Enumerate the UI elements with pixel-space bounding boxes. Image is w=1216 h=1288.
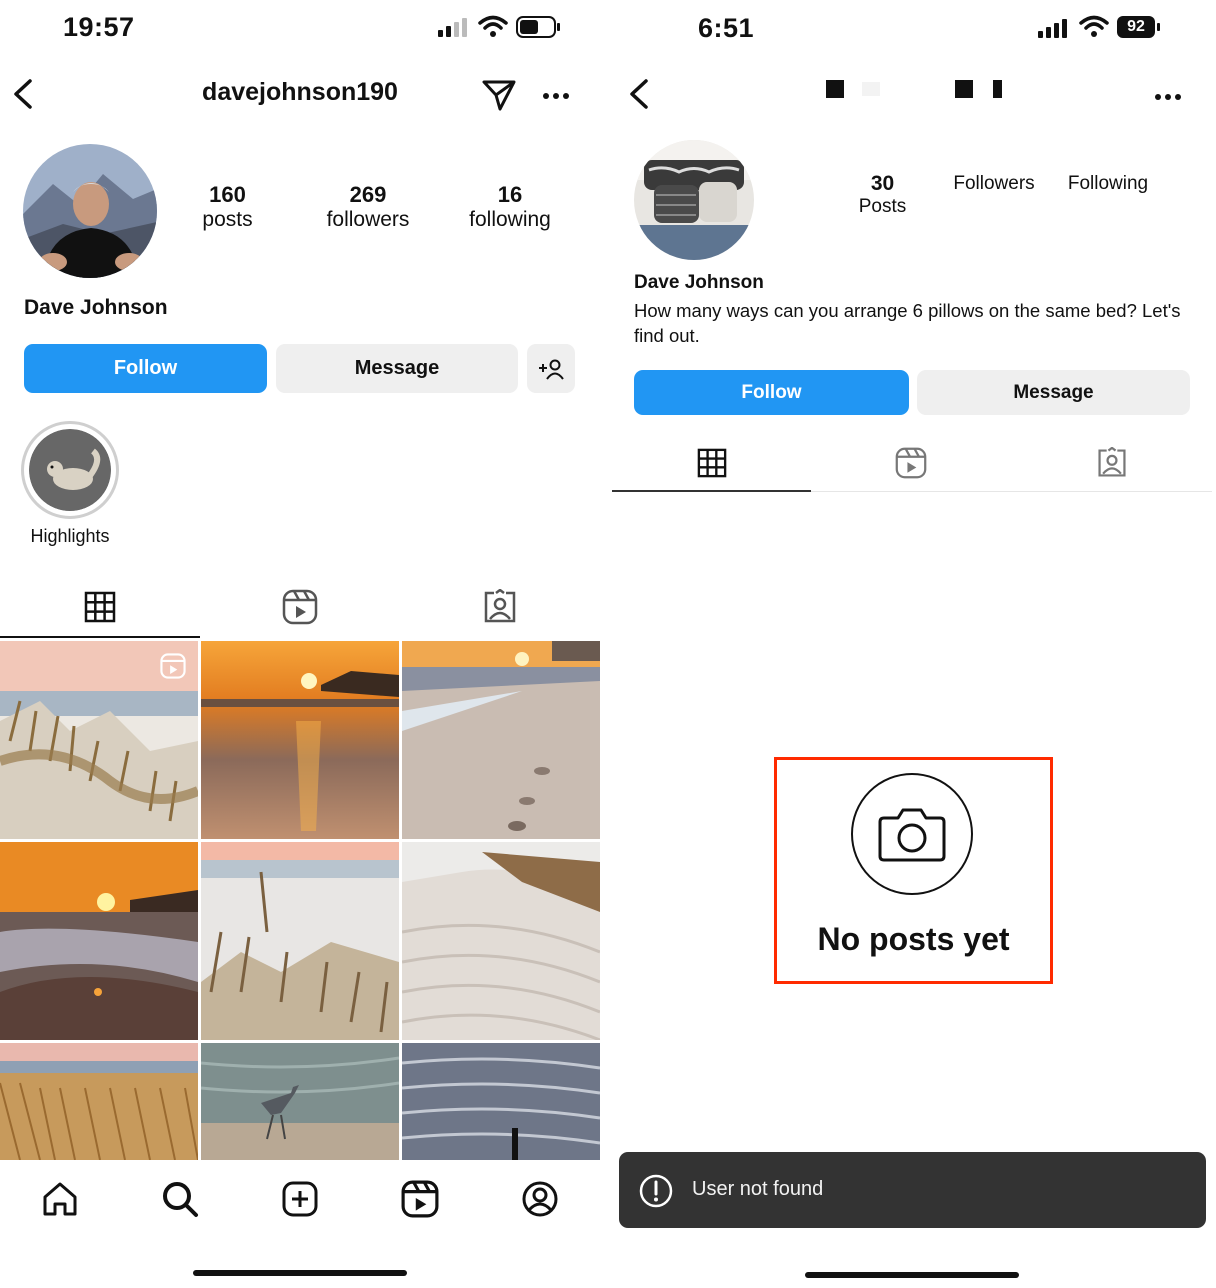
post-thumbnail[interactable] (201, 1043, 399, 1160)
status-time: 6:51 (698, 13, 755, 43)
following-label: following (469, 208, 551, 231)
status-time: 19:57 (63, 12, 135, 42)
reels-icon (282, 589, 318, 625)
message-button[interactable]: Message (276, 344, 518, 393)
highlight-cover (29, 429, 111, 511)
battery-tip (1157, 23, 1160, 31)
avatar[interactable] (634, 140, 754, 260)
following-stat[interactable]: Following (1060, 173, 1156, 195)
active-tab-indicator (0, 636, 200, 638)
avatar[interactable] (23, 144, 157, 278)
posts-label: Posts (858, 196, 907, 217)
grid-icon (84, 591, 116, 623)
add-person-icon (539, 359, 564, 380)
nav-profile[interactable] (510, 1176, 570, 1222)
more-options-icon[interactable] (541, 88, 571, 106)
following-count: 16 (497, 182, 523, 207)
battery-indicator: 92 (1117, 16, 1155, 38)
tab-tagged[interactable] (1011, 444, 1212, 482)
post-thumbnail[interactable] (402, 1043, 600, 1160)
home-indicator (193, 1270, 407, 1276)
back-button[interactable] (10, 78, 36, 115)
followers-label: followers (326, 208, 410, 231)
alert-icon (639, 1174, 673, 1213)
tab-posts[interactable] (612, 444, 811, 482)
grid-icon (697, 448, 726, 478)
battery-icon (516, 16, 562, 43)
empty-state-text: No posts yet (817, 921, 1010, 957)
posts-count: 160 (209, 182, 246, 207)
nav-search[interactable] (150, 1176, 210, 1222)
profile-username: davejohnson190 (202, 78, 398, 106)
tab-tagged[interactable] (400, 585, 600, 629)
follow-button[interactable]: Follow (634, 370, 909, 415)
reels-icon (895, 447, 927, 479)
followers-count: 269 (349, 182, 387, 207)
followers-stat[interactable]: Followers (944, 173, 1044, 195)
followers-stat[interactable]: 269 followers (310, 182, 426, 232)
suggested-accounts-button[interactable] (527, 344, 575, 393)
display-name: Dave Johnson (634, 272, 764, 293)
back-button[interactable] (626, 78, 652, 115)
nav-reels[interactable] (390, 1176, 450, 1222)
profile-icon (522, 1181, 558, 1217)
home-indicator (805, 1272, 1019, 1278)
post-thumbnail[interactable] (201, 641, 399, 839)
posts-count: 30 (870, 172, 895, 195)
search-icon (163, 1182, 198, 1217)
profile-screen-right: 6:51 92 30 Posts Followers Following Dav… (612, 0, 1212, 1288)
following-label: Following (1067, 173, 1149, 194)
bio-text: How many ways can you arrange 6 pillows … (634, 300, 1181, 346)
highlight-item[interactable] (21, 421, 119, 519)
cellular-signal-icon (438, 16, 470, 43)
tab-posts[interactable] (0, 585, 200, 629)
cellular-signal-icon (1038, 17, 1070, 44)
home-icon (43, 1182, 77, 1216)
wifi-icon (478, 14, 508, 43)
tagged-icon (484, 589, 516, 623)
message-button[interactable]: Message (917, 370, 1190, 415)
tab-reels[interactable] (811, 444, 1011, 482)
camera-icon (851, 773, 973, 895)
post-thumbnail[interactable] (0, 842, 198, 1040)
display-name: Dave Johnson (24, 296, 168, 319)
nav-home[interactable] (30, 1176, 90, 1222)
profile-screen-left: 19:57 davejohnson190 160 posts 269 follo… (0, 0, 600, 1288)
toast-message: User not found (692, 1178, 824, 1200)
highlight-label: Highlights (30, 526, 110, 546)
posts-stat[interactable]: 160 posts (180, 182, 275, 232)
post-thumbnail[interactable] (201, 842, 399, 1040)
reel-indicator-icon (160, 653, 186, 684)
tagged-icon (1097, 447, 1126, 477)
active-tab-indicator (612, 490, 811, 492)
posts-label: posts (202, 208, 253, 231)
more-options-icon[interactable] (1153, 89, 1183, 107)
nav-create[interactable] (270, 1176, 330, 1222)
follow-button[interactable]: Follow (24, 344, 267, 393)
post-thumbnail[interactable] (0, 641, 198, 839)
post-thumbnail[interactable] (402, 842, 600, 1040)
post-thumbnail[interactable] (402, 641, 600, 839)
direct-message-icon[interactable] (481, 78, 517, 117)
followers-label: Followers (953, 173, 1035, 194)
wifi-icon (1079, 14, 1109, 43)
tab-reels[interactable] (200, 585, 400, 629)
reels-icon (401, 1180, 439, 1218)
redacted-username (812, 78, 1022, 100)
posts-stat[interactable]: 30 Posts (840, 172, 925, 218)
create-icon (282, 1181, 318, 1217)
post-thumbnail[interactable] (0, 1043, 198, 1160)
following-stat[interactable]: 16 following (455, 182, 565, 232)
error-toast[interactable]: User not found (619, 1152, 1206, 1228)
